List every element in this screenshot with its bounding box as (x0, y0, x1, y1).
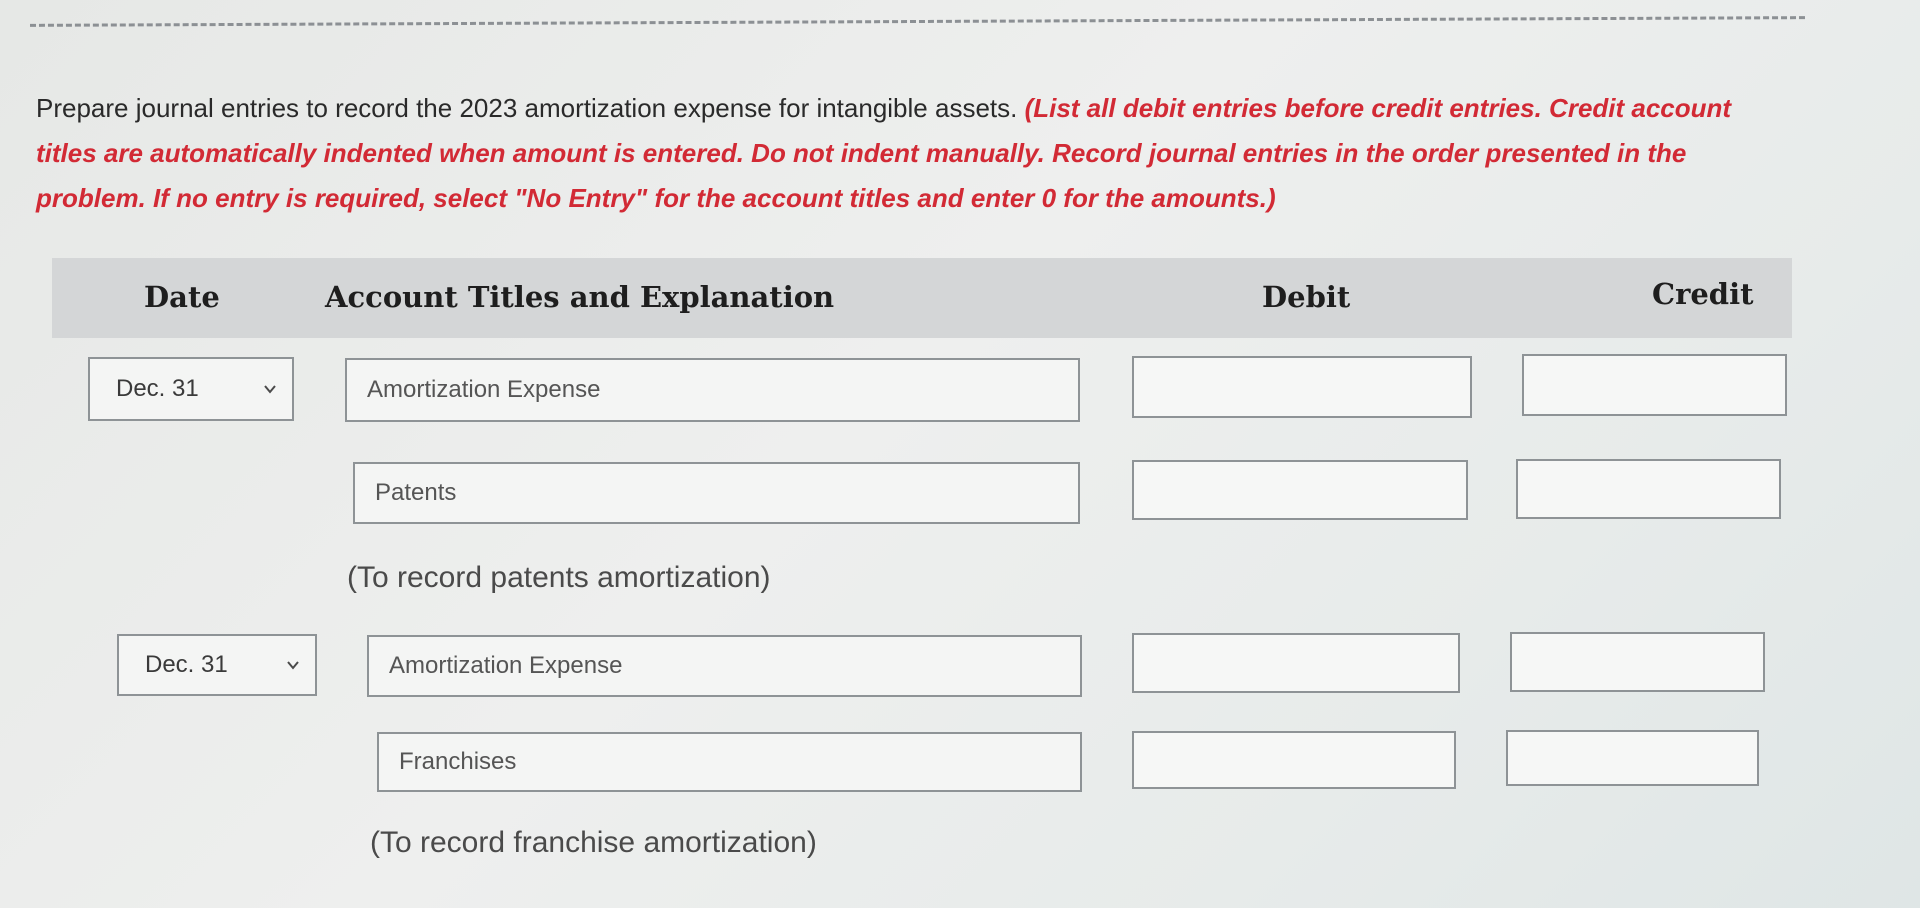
account-field-entry-2-line-1[interactable]: Amortization Expense (367, 635, 1082, 697)
memo-entry-1: (To record patents amortization) (347, 561, 771, 594)
instructions-text: Prepare journal entries to record the 20… (36, 93, 1025, 123)
credit-input-entry-1-line-2[interactable] (1516, 459, 1781, 519)
header-credit: Credit (1652, 277, 1754, 311)
account-value: Franchises (399, 748, 517, 775)
dashed-divider (30, 16, 1805, 27)
account-field-entry-1-line-1[interactable]: Amortization Expense (345, 358, 1080, 422)
credit-input-entry-2-line-1[interactable] (1510, 632, 1765, 692)
table-header (52, 258, 1792, 338)
credit-input-entry-2-line-2[interactable] (1506, 730, 1759, 786)
header-account: Account Titles and Explanation (325, 280, 835, 314)
chevron-down-icon (287, 661, 299, 670)
memo-entry-2: (To record franchise amortization) (370, 826, 817, 859)
date-select-entry-2[interactable]: Dec. 31 (117, 634, 317, 696)
chevron-down-icon (264, 385, 276, 394)
account-value: Amortization Expense (367, 376, 601, 403)
header-debit: Debit (1262, 280, 1351, 314)
account-value: Patents (375, 479, 457, 506)
debit-input-entry-1-line-2[interactable] (1132, 460, 1468, 520)
account-value: Amortization Expense (389, 652, 623, 679)
date-select-value: Dec. 31 (145, 651, 228, 678)
debit-input-entry-1-line-1[interactable] (1132, 356, 1472, 418)
account-field-entry-2-line-2[interactable]: Franchises (377, 732, 1082, 792)
date-select-entry-1[interactable]: Dec. 31 (88, 357, 294, 421)
debit-input-entry-2-line-2[interactable] (1132, 731, 1456, 789)
debit-input-entry-2-line-1[interactable] (1132, 633, 1460, 693)
date-select-value: Dec. 31 (116, 375, 199, 402)
instructions: Prepare journal entries to record the 20… (36, 86, 1766, 221)
header-date: Date (144, 280, 220, 314)
credit-input-entry-1-line-1[interactable] (1522, 354, 1787, 416)
account-field-entry-1-line-2[interactable]: Patents (353, 462, 1080, 524)
